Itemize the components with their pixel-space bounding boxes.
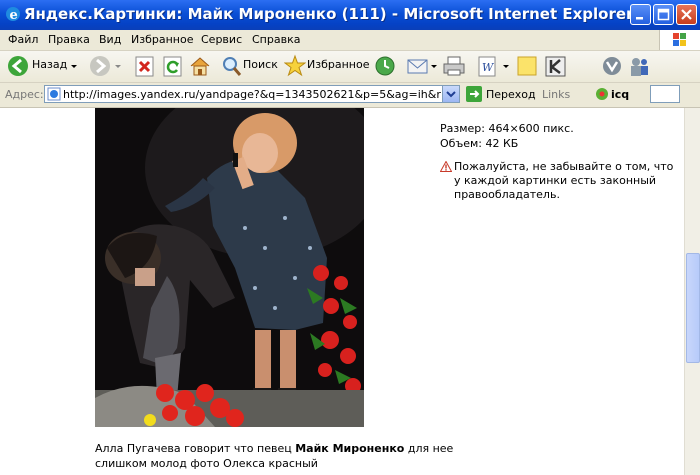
warning-icon [440,161,452,172]
links-label[interactable]: Links [542,88,570,101]
address-url[interactable]: http://images.yandex.ru/yandpage?&q=1343… [63,88,441,101]
minimize-icon [636,17,643,20]
title-bar: e Яндекс.Картинки: Майк Мироненко (111) … [0,0,700,30]
edit-word-icon[interactable]: W [476,54,498,78]
back-dropdown-icon[interactable] [70,54,78,78]
svg-text:W: W [482,61,495,74]
photo-caption: Алла Пугачева говорит что певец Майк Мир… [95,441,455,471]
minimize-button[interactable] [630,4,651,25]
favorites-star-icon[interactable] [284,54,306,78]
toolbar: Назад Поиск Избранное W [0,51,700,83]
mail-icon[interactable] [406,54,430,78]
concert-photo [95,108,364,427]
edit-dropdown-icon[interactable] [502,54,510,78]
search-icon[interactable] [220,54,242,78]
mail-dropdown-icon[interactable] [430,54,438,78]
page-content: Размер: 464×600 пикс. Объем: 42 КБ Пожал… [0,108,684,475]
research-icon[interactable] [600,54,624,78]
close-icon [681,9,692,20]
chevron-down-icon [446,91,456,98]
back-label[interactable]: Назад [32,58,67,71]
stop-icon[interactable] [134,54,156,78]
svg-text:e: e [10,8,18,22]
address-dropdown-button[interactable] [442,86,459,102]
notice-text: Пожалуйста, не забывайте о том, что у ка… [454,160,674,201]
menu-tools[interactable]: Сервис [201,33,242,46]
icq-label[interactable]: icq [611,88,629,101]
close-button[interactable] [676,4,697,25]
caption-name: Майк Мироненко [295,442,405,455]
menu-file[interactable]: Файл [8,33,38,46]
scrollbar-thumb[interactable] [686,253,700,363]
maximize-icon [657,8,670,21]
bluetooth-people-icon[interactable] [627,54,651,78]
forward-arrow-icon[interactable] [88,54,112,78]
address-bar: Адрес: http://images.yandex.ru/yandpage?… [0,83,700,108]
image-info: Размер: 464×600 пикс. Объем: 42 КБ [440,121,574,151]
search-label[interactable]: Поиск [243,58,278,71]
history-icon[interactable] [374,54,396,78]
menu-view[interactable]: Вид [99,33,121,46]
toolbar-search-field[interactable] [650,85,680,103]
home-icon[interactable] [188,54,212,78]
go-arrow-icon [466,86,482,102]
messenger-k-icon[interactable] [544,54,568,78]
favorites-label[interactable]: Избранное [307,58,369,71]
icq-flower-icon [596,88,608,100]
refresh-icon[interactable] [162,54,184,78]
address-input[interactable]: http://images.yandex.ru/yandpage?&q=1343… [44,85,460,103]
menu-favorites[interactable]: Избранное [131,33,193,46]
menu-edit[interactable]: Правка [48,33,90,46]
image-volume: Объем: 42 КБ [440,137,519,150]
vertical-scrollbar[interactable] [684,108,700,475]
image-size: Размер: 464×600 пикс. [440,122,574,135]
address-label: Адрес: [5,88,44,101]
photo-image[interactable] [95,108,364,427]
discuss-note-icon[interactable] [516,54,538,78]
go-label[interactable]: Переход [486,88,536,101]
menu-bar: Файл Правка Вид Избранное Сервис Справка [0,30,700,51]
print-icon[interactable] [442,54,466,78]
forward-dropdown-icon[interactable] [114,54,122,78]
ie-icon: e [6,7,20,22]
window-title: Яндекс.Картинки: Майк Мироненко (111) - … [24,5,634,23]
windows-flag-icon [659,30,700,50]
back-arrow-icon[interactable] [6,54,30,78]
maximize-button[interactable] [653,4,674,25]
caption-text-before: Алла Пугачева говорит что певец [95,442,296,455]
page-icon [47,87,61,101]
menu-help[interactable]: Справка [252,33,300,46]
